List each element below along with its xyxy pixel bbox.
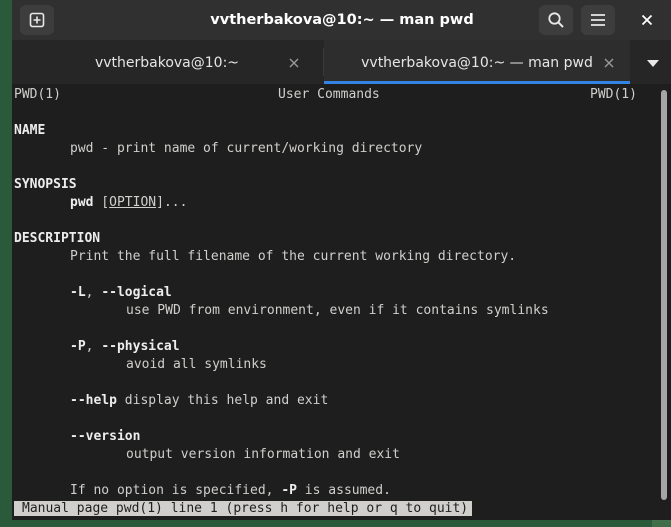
description-heading: DESCRIPTION: [14, 231, 101, 246]
tabs-menu-button[interactable]: [634, 40, 671, 84]
window-title: vvtherbakova@10:~ — man pwd: [210, 12, 474, 28]
hamburger-menu-icon: [590, 13, 606, 27]
option-help-desc: display this help and exit: [116, 393, 329, 408]
scrollbar-thumb[interactable]: [661, 90, 667, 500]
tab-bar: vvtherbakova@10:~ vvtherbakova@10:~ — ma…: [12, 40, 671, 84]
option-l-long: --logical: [101, 285, 172, 300]
option-physical-desc: avoid all symlinks: [126, 357, 267, 372]
tab-label: vvtherbakova@10:~: [94, 55, 240, 71]
man-header-center: User Commands: [278, 87, 380, 102]
option-physical: -P, --physical: [70, 339, 180, 354]
tab-close-button[interactable]: [601, 54, 617, 70]
man-header: PWD(1) User Commands PWD(1): [14, 86, 637, 104]
synopsis-line: pwd [OPTION]...: [70, 195, 188, 210]
synopsis-option: OPTION: [109, 195, 157, 210]
tab-man-pwd[interactable]: vvtherbakova@10:~ — man pwd: [324, 40, 630, 84]
scrollbar[interactable]: [657, 84, 671, 520]
option-version-desc: output version information and exit: [126, 447, 400, 462]
close-icon: [289, 53, 299, 72]
option-p-short: -P: [70, 339, 86, 354]
headerbar: vvtherbakova@10:~ — man pwd: [12, 0, 671, 40]
synopsis-command: pwd: [70, 195, 94, 210]
option-logical: -L, --logical: [70, 285, 172, 300]
no-option-post: is assumed.: [296, 483, 391, 498]
synopsis-tail: ...: [163, 195, 188, 210]
tab-home[interactable]: vvtherbakova@10:~: [12, 40, 322, 84]
pager-status-text: Manual page pwd(1) line 1 (press h for h…: [14, 501, 473, 516]
man-header-right: PWD(1): [590, 87, 637, 102]
option-p-long: --physical: [101, 339, 180, 354]
close-icon: [641, 11, 653, 30]
new-tab-button[interactable]: [20, 5, 54, 35]
new-tab-icon: [29, 12, 45, 28]
search-icon: [547, 11, 565, 29]
name-text: pwd - print name of current/working dire…: [70, 141, 423, 156]
option-logical-desc: use PWD from environment, even if it con…: [126, 303, 549, 318]
main-menu-button[interactable]: [581, 5, 615, 35]
close-window-button[interactable]: [632, 5, 662, 35]
name-heading: NAME: [14, 123, 46, 138]
tab-label: vvtherbakova@10:~ — man pwd: [361, 55, 593, 71]
tab-close-button[interactable]: [286, 54, 302, 70]
terminal-window: vvtherbakova@10:~ — man pwd vvtherbakova…: [12, 0, 671, 520]
option-l-short: -L: [70, 285, 86, 300]
terminal-output[interactable]: PWD(1) User Commands PWD(1) NAME pwd - pri…: [12, 84, 657, 520]
man-header-left: PWD(1): [14, 87, 61, 102]
no-option-note: If no option is specified, -P is assumed…: [70, 482, 391, 500]
search-button[interactable]: [539, 5, 573, 35]
pager-status-line: Manual page pwd(1) line 1 (press h for h…: [14, 500, 473, 518]
option-help: --help display this help and exit: [70, 392, 328, 410]
no-option-flag: -P: [281, 483, 297, 498]
option-version-flag: --version: [70, 429, 141, 444]
description-text: Print the full filename of the current w…: [70, 249, 517, 264]
close-icon: [604, 53, 614, 72]
synopsis-heading: SYNOPSIS: [14, 177, 77, 192]
option-help-flag: --help: [70, 393, 117, 408]
no-option-pre: If no option is specified,: [70, 483, 282, 498]
chevron-down-icon: [646, 53, 659, 72]
